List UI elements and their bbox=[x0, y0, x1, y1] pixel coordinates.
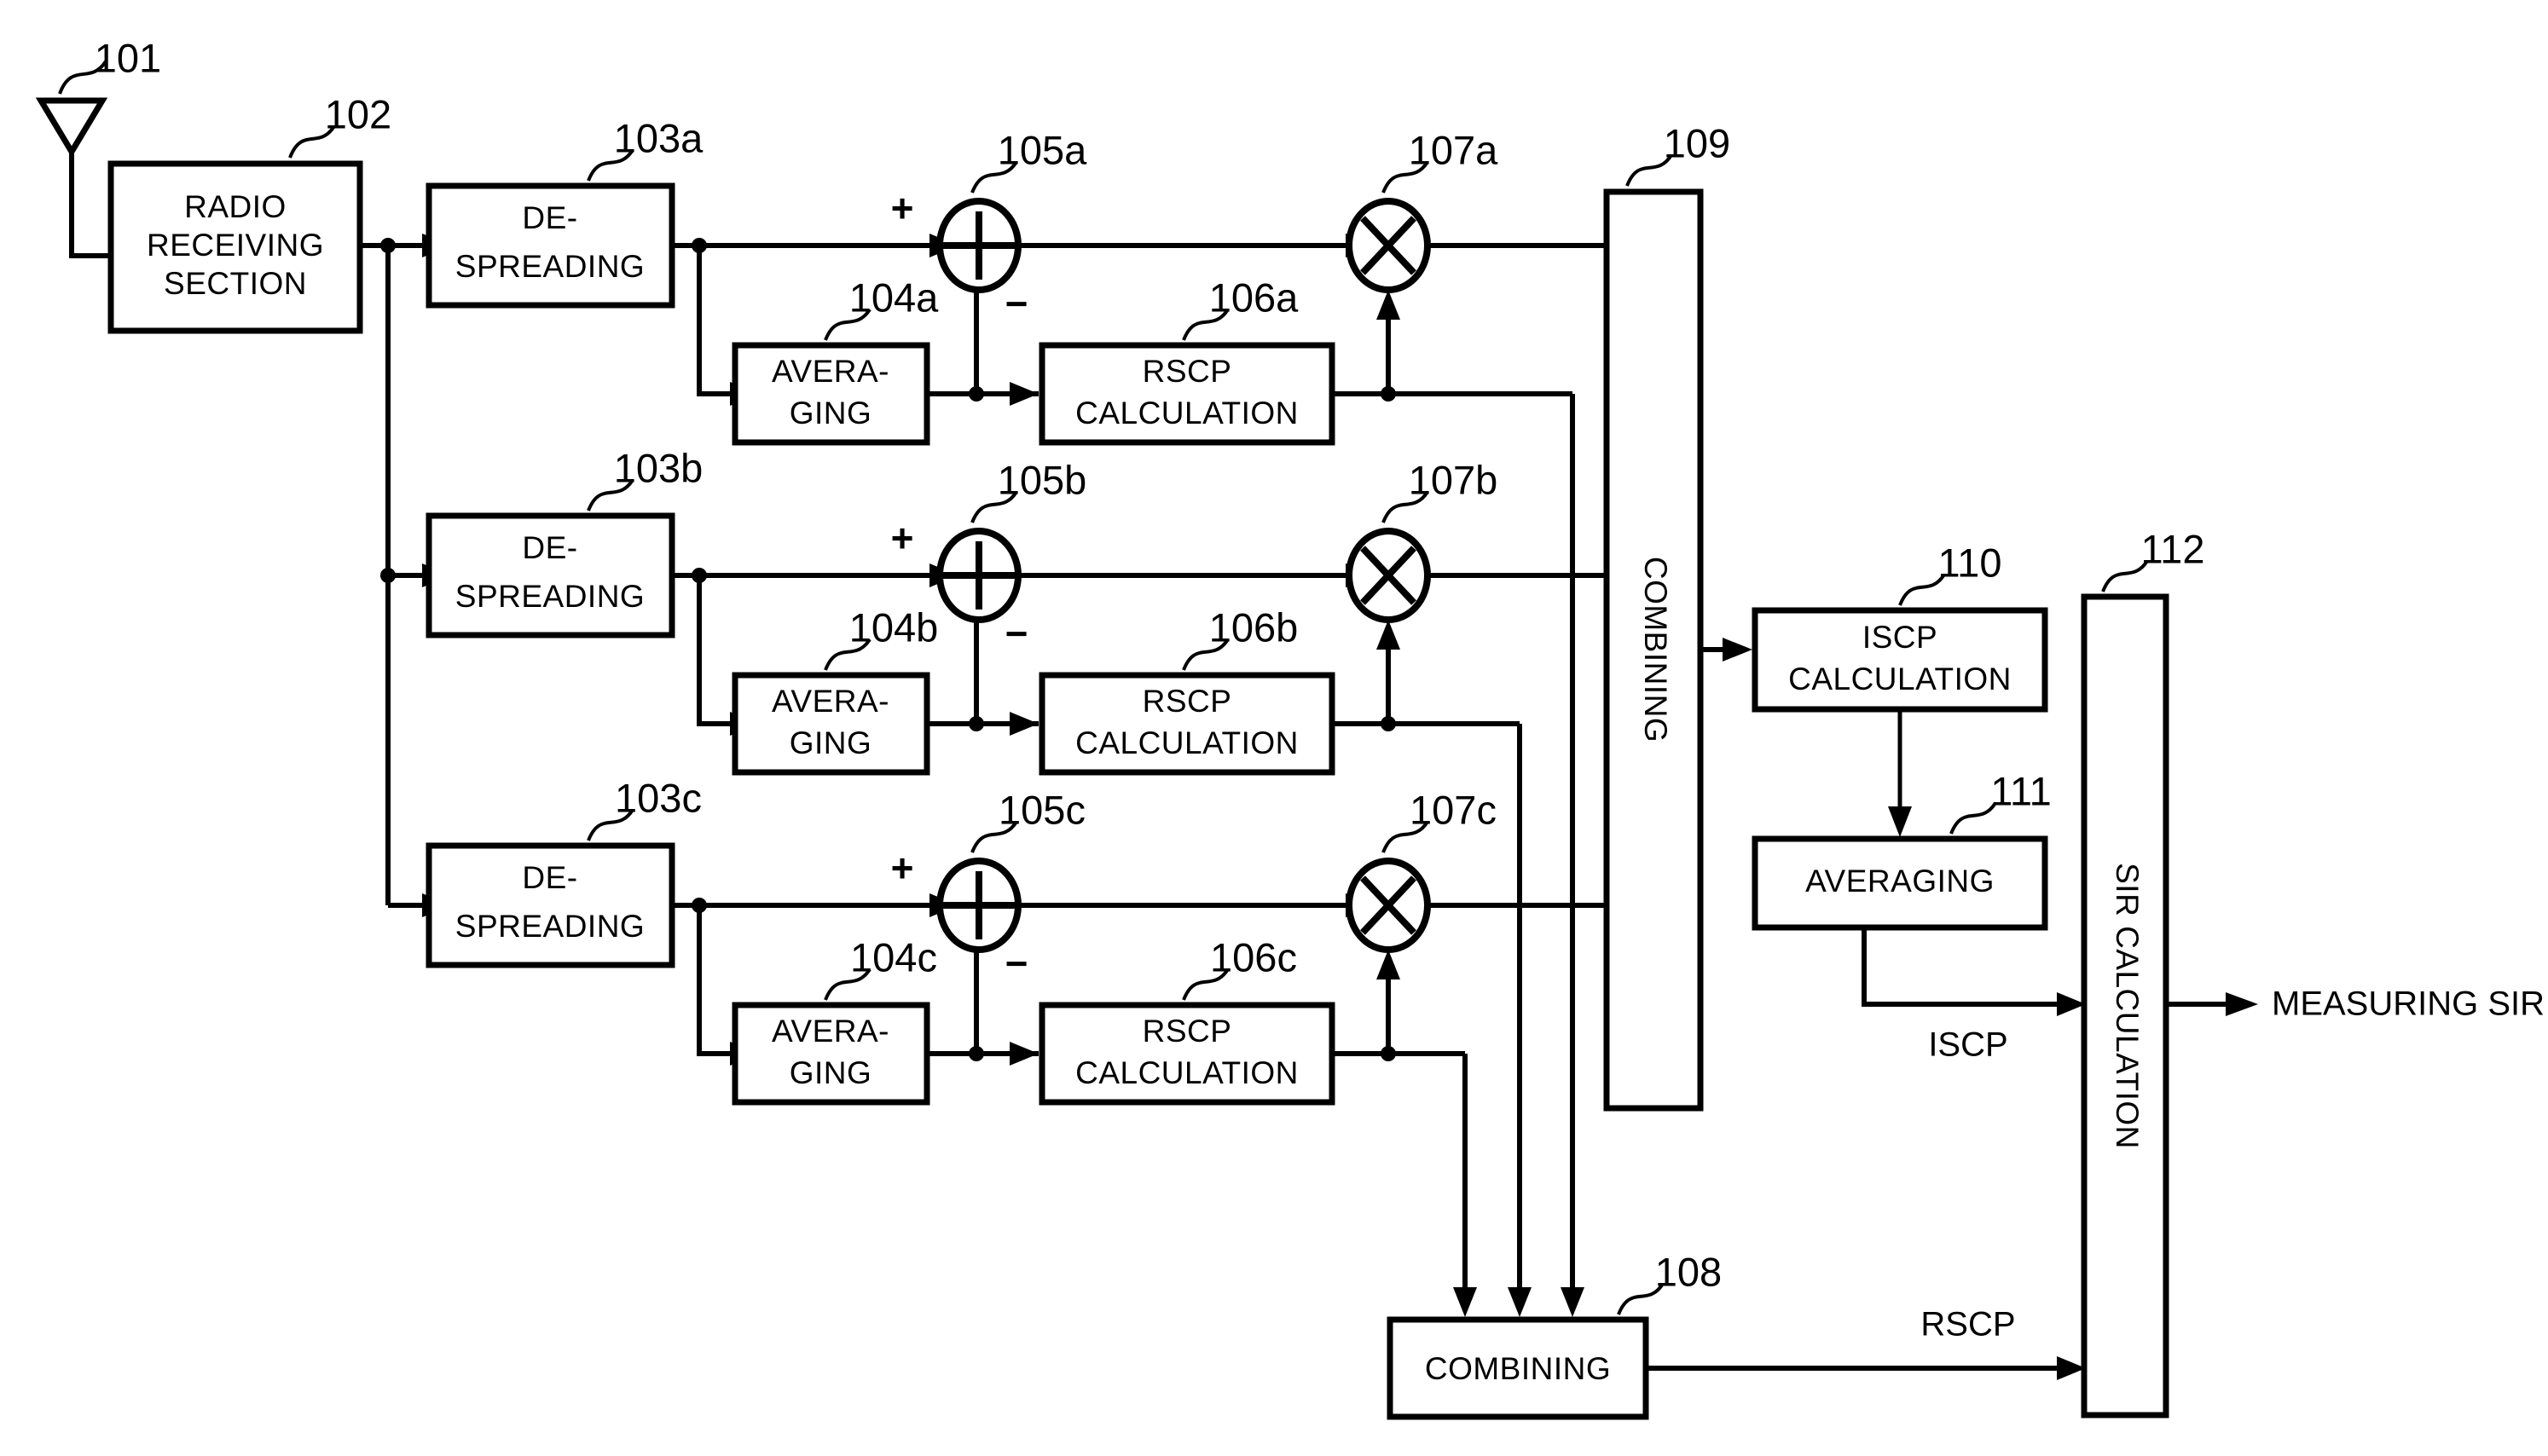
averaging-c-line1: AVERA- bbox=[772, 1014, 889, 1049]
combining-right-label: COMBINING bbox=[1638, 557, 1673, 742]
iscp-calc-line2: CALCULATION bbox=[1788, 662, 2012, 696]
iscp-signal-wire bbox=[1862, 927, 2086, 1016]
averaging-a-line1: AVERA- bbox=[772, 354, 889, 389]
despreading-a-line2: SPREADING bbox=[455, 249, 645, 284]
ref-105c: 105c bbox=[999, 787, 1086, 832]
despreading-b-line1: DE- bbox=[522, 530, 577, 565]
branch-b-rscp-routing bbox=[1332, 620, 1532, 1317]
branch-c-rscp-routing bbox=[1332, 950, 1477, 1317]
ref-104c: 104c bbox=[850, 934, 937, 979]
branch-c-adder-to-mult bbox=[1018, 893, 1375, 917]
averaging-c-line2: GING bbox=[790, 1055, 872, 1090]
ref-102: 102 bbox=[325, 91, 391, 136]
figure-svg: 101 RADIO RECEIVING SECTION 102 DE- SPRE… bbox=[35, 35, 2545, 1420]
multiplier-a bbox=[1346, 198, 1431, 293]
patent-figure-canvas: { "figure": { "title": "SIR measurement … bbox=[0, 0, 2548, 1456]
ref-103a: 103a bbox=[614, 115, 704, 160]
combining-bottom-label: COMBINING bbox=[1425, 1351, 1611, 1386]
radio-receiving-line3: SECTION bbox=[164, 266, 307, 301]
ref-103c: 103c bbox=[615, 775, 702, 820]
rscp-signal-wire bbox=[1646, 1356, 2086, 1380]
ref-110: 110 bbox=[1938, 540, 2002, 585]
ref-103b: 103b bbox=[614, 445, 704, 490]
despreading-a-line1: DE- bbox=[522, 200, 577, 235]
multiplier-c bbox=[1346, 858, 1431, 953]
adder-c-minus-sign: − bbox=[1005, 941, 1028, 985]
averaging-b-line1: AVERA- bbox=[772, 684, 889, 719]
adder-c bbox=[936, 858, 1022, 953]
ref-111: 111 bbox=[1990, 768, 2051, 813]
despreading-c-line2: SPREADING bbox=[455, 909, 645, 944]
ref-109: 109 bbox=[1664, 120, 1730, 165]
adder-c-plus-sign: + bbox=[891, 846, 914, 890]
ref-106b: 106b bbox=[1209, 604, 1299, 650]
iscp-to-averaging-wire bbox=[1888, 709, 1912, 837]
iscp-signal-label: ISCP bbox=[1928, 1026, 2007, 1064]
rscp-b-line2: CALCULATION bbox=[1075, 725, 1299, 760]
ref-108: 108 bbox=[1655, 1249, 1722, 1294]
multiplier-b bbox=[1346, 528, 1431, 623]
ref-105b: 105b bbox=[998, 457, 1087, 502]
adder-a bbox=[936, 198, 1022, 293]
branch-b-adder-to-mult bbox=[1018, 563, 1375, 587]
averaging-a-line2: GING bbox=[790, 396, 872, 430]
adder-b-plus-sign: + bbox=[891, 516, 914, 560]
radio-receiving-line2: RECEIVING bbox=[147, 228, 324, 263]
combining-to-iscp-wire bbox=[1700, 638, 1752, 662]
ref-104b: 104b bbox=[849, 604, 939, 650]
rscp-a-line1: RSCP bbox=[1143, 354, 1232, 389]
radio-receiving-line1: RADIO bbox=[184, 189, 287, 224]
measuring-sir-label: MEASURING SIR bbox=[2272, 985, 2545, 1023]
despreading-b-line2: SPREADING bbox=[455, 579, 645, 614]
adder-b-minus-sign: − bbox=[1005, 611, 1028, 656]
ref-101: 101 bbox=[95, 35, 161, 80]
rscp-c-line2: CALCULATION bbox=[1075, 1055, 1299, 1090]
ref-107c: 107c bbox=[1410, 787, 1497, 832]
despreading-c-line1: DE- bbox=[522, 860, 577, 895]
adder-b bbox=[936, 528, 1022, 623]
sir-calc-label: SIR CALCULATION bbox=[2110, 863, 2145, 1149]
rscp-b-line1: RSCP bbox=[1143, 684, 1232, 719]
adder-a-plus-sign: + bbox=[891, 186, 914, 230]
rscp-signal-label: RSCP bbox=[1920, 1306, 2015, 1343]
ref-lead-111 bbox=[1949, 801, 1997, 835]
measuring-sir-wire bbox=[2166, 992, 2258, 1016]
antenna-symbol bbox=[35, 97, 113, 258]
branch-a-adder-to-mult bbox=[1018, 234, 1375, 257]
rscp-c-line1: RSCP bbox=[1143, 1014, 1232, 1049]
adder-a-minus-sign: − bbox=[1005, 281, 1028, 326]
iscp-calc-line1: ISCP bbox=[1862, 620, 1937, 655]
ref-105a: 105a bbox=[998, 127, 1087, 172]
ref-107b: 107b bbox=[1409, 457, 1498, 502]
ref-106c: 106c bbox=[1210, 934, 1297, 979]
averaging-iscp-label: AVERAGING bbox=[1805, 864, 1995, 898]
ref-106a: 106a bbox=[1209, 274, 1299, 320]
rscp-a-line2: CALCULATION bbox=[1075, 396, 1299, 430]
ref-107a: 107a bbox=[1409, 127, 1498, 172]
averaging-b-line2: GING bbox=[790, 725, 872, 760]
ref-104a: 104a bbox=[849, 274, 939, 320]
ref-112: 112 bbox=[2141, 526, 2205, 571]
